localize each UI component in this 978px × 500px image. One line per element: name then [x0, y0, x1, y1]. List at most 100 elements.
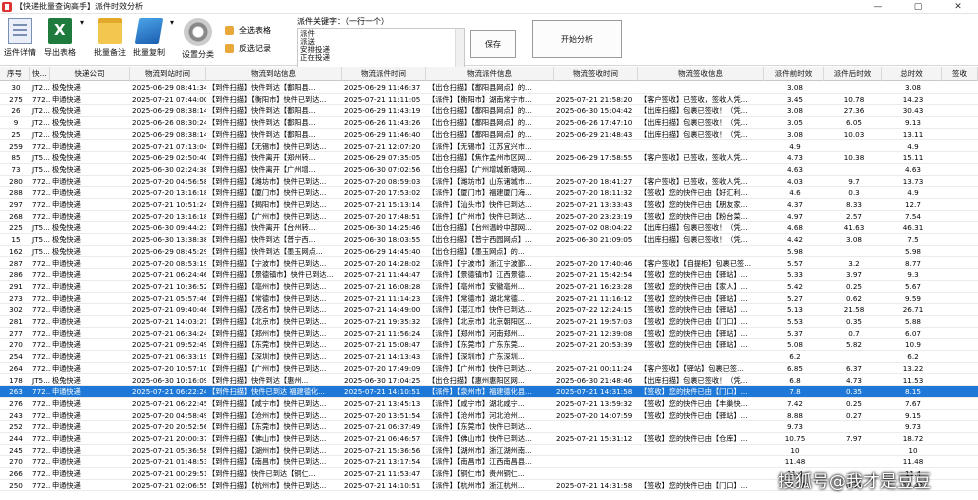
table-cell: 268: [9, 211, 23, 221]
table-cell: 7.67: [904, 398, 921, 408]
table-cell: [554, 445, 638, 456]
table-cell: 【派件】【北京市】北京朝阳区...: [428, 317, 532, 326]
table-cell: JT5...: [32, 153, 50, 163]
table-cell: 2025-07-02 08:04:22: [556, 223, 633, 233]
table-cell: 5.67: [904, 281, 921, 291]
column-header[interactable]: 物流派件信息: [426, 67, 554, 81]
table-row[interactable]: 162 JT5... 极兔快递 2025-06-29 08:45:29 【到件扫描】快件…: [0, 246, 978, 258]
table-row[interactable]: 291 772...申通快递 2025-07-21 10:36:52【到件扫描】【亳…: [0, 281, 978, 293]
gear-icon: [184, 18, 212, 46]
table-cell: 178: [9, 375, 23, 385]
table-row[interactable]: 245 772...申通快递 2025-07-21 05:36:58【到件扫描】【湖…: [0, 445, 978, 457]
column-header[interactable]: 序号: [0, 67, 30, 81]
batch-copy-button[interactable]: 批量复制: [131, 18, 167, 58]
column-header[interactable]: 物流到站时间: [130, 67, 206, 81]
export-table-button[interactable]: 导出表格: [43, 18, 77, 58]
table-row[interactable]: 277 772...申通快递 2025-07-21 06:34:24【到件扫描】【郑…: [0, 328, 978, 340]
table-row[interactable]: 268 772...申通快递 2025-07-20 13:16:18【到件扫描】【广…: [0, 211, 978, 223]
table-row[interactable]: 30 JT2... 极兔快递 2025-06-29 08:41:34 【到件扫描】快件到…: [0, 82, 978, 94]
table-cell: 极兔快递: [52, 223, 81, 233]
save-button[interactable]: 保存: [470, 30, 516, 58]
table-cell: 极兔快递: [52, 129, 81, 139]
table-row[interactable]: 9 JT2... 极兔快递 2025-06-26 08:30:24 【到件扫描】快件到达…: [0, 117, 978, 129]
minimize-button[interactable]: —: [858, 0, 898, 14]
batch-note-button[interactable]: 批量备注: [90, 18, 130, 58]
table-row[interactable]: 15 JT5... 极兔快递 2025-06-30 13:38:38 【到件扫描】快件到…: [0, 234, 978, 246]
table-cell: 13.22: [902, 363, 924, 373]
table-cell: 2025-07-21 12:07:20: [344, 141, 421, 151]
table-cell: 0.35: [845, 317, 862, 326]
table-cell: 243: [9, 410, 23, 420]
shipment-detail-button[interactable]: 运件详情: [3, 18, 37, 58]
table-row[interactable]: 244 772...申通快递 2025-07-21 20:00:37【到件扫描】【佛…: [0, 433, 978, 445]
table-cell: 10: [908, 445, 918, 455]
table-row[interactable]: 254 772...申通快递 2025-07-21 06:33:19【到件扫描】【深…: [0, 351, 978, 363]
table-row[interactable]: 297 772...申通快递 2025-07-21 10:51:24【到件扫描】【揭…: [0, 199, 978, 211]
table-cell: 2025-06-29 17:58:55: [556, 153, 633, 163]
table-cell: 2025-06-29 02:50:40: [132, 153, 206, 163]
table-cell: 9.15: [904, 410, 921, 420]
column-header[interactable]: 签收: [942, 67, 978, 81]
close-button[interactable]: ✕: [938, 0, 978, 14]
table-cell: 【到件扫描】快件已到达【铜仁...: [208, 469, 316, 479]
table-cell: 【到件扫描】【深圳市】快件已到达...: [208, 352, 327, 362]
column-header[interactable]: 派件后时效: [824, 67, 882, 81]
table-cell: 2025-07-20 13:16:18: [132, 211, 206, 221]
table-row[interactable]: 288 772...申通快递 2025-07-20 13:16:18【到件扫描】【厦…: [0, 187, 978, 199]
table-row[interactable]: 273 772...申通快递 2025-07-21 05:57:46【到件扫描】【常…: [0, 293, 978, 305]
table-cell: 【客户签收】【自提柜】包裹已签...: [640, 258, 752, 268]
table-cell: 2025-07-21 20:00:37: [132, 434, 206, 443]
window-title: 【快递批量查询高手】派件时效分析: [15, 2, 143, 11]
invert-selection-button[interactable]: 反选记录: [225, 43, 271, 54]
column-header[interactable]: 派件前时效: [764, 67, 824, 81]
table-cell: 申通快递: [52, 328, 81, 338]
table-cell: 9.59: [904, 293, 921, 303]
table-row[interactable]: 243 772...申通快递 2025-07-20 04:58:49【到件扫描】【沧…: [0, 410, 978, 422]
table-cell: 10.78: [843, 94, 865, 104]
column-header[interactable]: 物流派件时间: [342, 67, 426, 81]
table-cell: 0.27: [845, 410, 862, 420]
table-row[interactable]: 26 JT2... 极兔快递 2025-06-29 08:38:14 【到件扫描】快件到…: [0, 105, 978, 118]
table-row[interactable]: 264 772...申通快递 2025-07-20 10:57:10【到件扫描】【广…: [0, 363, 978, 375]
table-row[interactable]: 280 772...申通快递 2025-07-20 04:56:58【到件扫描】【潍…: [0, 176, 978, 188]
column-header[interactable]: 物流签收时间: [554, 67, 638, 81]
table-cell: 2025-07-21 09:52:49: [132, 340, 206, 350]
table-cell: 2025-07-21 01:48:53: [132, 457, 206, 467]
table-cell: 2025-06-29 08:41:34: [132, 83, 206, 92]
table-row[interactable]: 259 772...申通快递 2025-07-21 07:13:04【到件扫描】【无…: [0, 141, 978, 153]
table-cell: 270: [9, 457, 23, 467]
table-row[interactable]: 275 772...申通快递 2025-07-21 07:44:00【到件扫描】【衡…: [0, 94, 978, 106]
table-row[interactable]: 286 772...申通快递 2025-07-21 06:24:46【到件扫描】【景…: [0, 269, 978, 281]
table-cell: 极兔快递: [52, 83, 81, 92]
table-row[interactable]: 25 JT2... 极兔快递 2025-06-29 08:38:14 【到件扫描】快件到…: [0, 129, 978, 141]
select-all-button[interactable]: 全选表格: [225, 25, 271, 36]
table-row[interactable]: 302 772...申通快递 2025-07-21 09:40:46【到件扫描】【茂…: [0, 304, 978, 316]
table-row[interactable]: 287 772...申通快递 2025-07-20 08:53:19【到件扫描】【宁…: [0, 258, 978, 270]
table-row[interactable]: 263 772...申通快递 2025-07-21 06:22:24【到件扫描】快件…: [0, 386, 978, 398]
table-cell: 申通快递: [52, 281, 81, 291]
table-row[interactable]: 85 JT5... 极兔快递 2025-06-29 02:50:40 【到件扫描】快件离…: [0, 152, 978, 164]
column-header[interactable]: 总时效: [882, 67, 942, 81]
table-cell: JT5...: [32, 375, 50, 385]
table-row[interactable]: 270 772...申通快递 2025-07-21 09:52:49【到件扫描】【东…: [0, 339, 978, 352]
column-header[interactable]: 物流到站信息: [206, 67, 342, 81]
table-cell: 2025-06-30 13:38:38: [132, 235, 206, 245]
start-analysis-button[interactable]: 开始分析: [532, 20, 622, 58]
table-row[interactable]: 281 772...申通快递 2025-07-21 14:03:21【到件扫描】【北…: [0, 316, 978, 328]
table-row[interactable]: 178 JT5... 极兔快递 2025-06-30 10:16:09 【到件扫描】快件…: [0, 375, 978, 387]
table-cell: 申通快递: [52, 258, 81, 268]
settings-button[interactable]: 设置分类: [180, 18, 216, 60]
column-header[interactable]: 快...: [30, 67, 50, 81]
column-header[interactable]: 快递公司: [50, 67, 130, 81]
table-row[interactable]: 252 772...申通快递 2025-07-20 20:52:56【到件扫描】【东…: [0, 421, 978, 433]
table-cell: 【到件扫描】【无锡市】快件已到达...: [208, 141, 327, 151]
table-cell: 【派件】【无锡市】江苏宜兴市...: [428, 141, 532, 151]
column-header[interactable]: 物流签收信息: [638, 67, 764, 81]
table-cell: 2025-07-20 18:41:27: [556, 176, 633, 186]
table-row[interactable]: 225 JT5... 极兔快递 2025-06-30 09:44:23 【到件扫描】快件…: [0, 222, 978, 235]
batch-copy-dropdown-icon[interactable]: ▾: [170, 18, 174, 27]
table-row[interactable]: 73 JT5... 极兔快递 2025-06-30 02:24:38 【到件扫描】快件离…: [0, 164, 978, 176]
maximize-button[interactable]: ▢: [898, 0, 938, 14]
table-row[interactable]: 276 772...申通快递 2025-07-21 06:22:45【到件扫描】【咸…: [0, 398, 978, 410]
export-dropdown-icon[interactable]: ▾: [80, 18, 84, 27]
